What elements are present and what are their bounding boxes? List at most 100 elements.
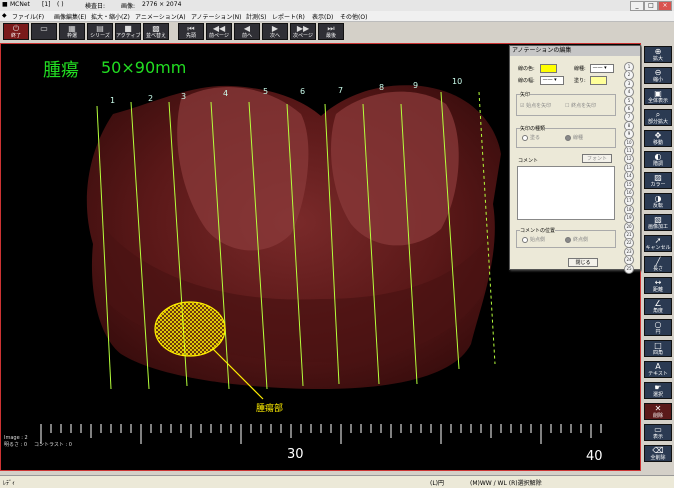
palette-delete-button[interactable]: ✕ 削除 bbox=[644, 403, 672, 420]
series-icon: ▤ bbox=[96, 24, 104, 33]
menu-report[interactable]: レポート(R) bbox=[272, 12, 305, 21]
menu-bar: ◆ ファイル(F) 画像編集(E) 拡大・縮小(Z) アニメーション(A) アノ… bbox=[0, 11, 674, 22]
line-type-label: 線種: bbox=[574, 66, 586, 72]
menu-image-edit[interactable]: 画像編集(E) bbox=[54, 12, 86, 21]
next-button[interactable]: ▶ 次へ bbox=[262, 23, 288, 40]
palette-cursor-button[interactable]: ➚ キャンセル bbox=[644, 235, 672, 252]
menu-file[interactable]: ファイル(F) bbox=[12, 12, 44, 21]
ruler-label-30: 30 bbox=[287, 447, 304, 462]
slice-label-1: 1 bbox=[110, 96, 116, 105]
series-button[interactable]: ▤ シリーズ bbox=[87, 23, 113, 40]
palette-length-button[interactable]: ╱ 長さ bbox=[644, 256, 672, 273]
app-name: MCNet bbox=[10, 1, 30, 8]
slice-label-4: 4 bbox=[223, 89, 229, 98]
line-width-label: 線の幅: bbox=[518, 78, 535, 84]
pos-start-label: 始点側 bbox=[530, 237, 546, 243]
line-color-swatch[interactable] bbox=[540, 64, 557, 73]
palette-distance-button[interactable]: ↔ 距離 bbox=[644, 277, 672, 294]
prev-button[interactable]: ◀ 前へ bbox=[234, 23, 260, 40]
arrow-kind-line-label: 線種 bbox=[573, 135, 584, 141]
palette-color-button[interactable]: ▨ カラー bbox=[644, 172, 672, 189]
slice-label-2: 2 bbox=[148, 94, 154, 103]
status-mouse-hint: (M)WW / WL (R)選択解除 bbox=[470, 480, 542, 487]
palette-select-button[interactable]: ☛ 選択 bbox=[644, 382, 672, 399]
exam-date-label: 検査日: bbox=[85, 3, 106, 10]
image-size-label: 画像: bbox=[121, 3, 136, 10]
palette-display-button[interactable]: ▭ 表示 bbox=[644, 424, 672, 441]
palette-fit-button[interactable]: ▣ 全体表示 bbox=[644, 88, 672, 105]
menu-measure[interactable]: 計測(S) bbox=[246, 12, 267, 21]
palette-clear-button[interactable]: ⌫ 全削除 bbox=[644, 445, 672, 462]
annotation-number-25[interactable]: 25 bbox=[624, 263, 634, 274]
slice-label-7: 7 bbox=[338, 86, 344, 95]
palette-magnify-button[interactable]: ⌕ 部分拡大 bbox=[644, 109, 672, 126]
slice-label-6: 6 bbox=[300, 87, 306, 96]
fill-color-swatch[interactable] bbox=[590, 76, 607, 85]
blank-icon: ▭ bbox=[40, 24, 48, 33]
comment-textarea[interactable] bbox=[517, 166, 615, 220]
arrow-kind-fill-radio[interactable] bbox=[522, 135, 528, 141]
exit-button[interactable]: ⏻ 終了 bbox=[3, 23, 29, 40]
caption-size: 50×90mm bbox=[101, 58, 187, 77]
prev-page-button[interactable]: ◀◀ 前ページ bbox=[206, 23, 232, 40]
status-mode: (L)円 bbox=[430, 480, 445, 487]
slice-label-5: 5 bbox=[263, 87, 269, 96]
palette-text-button[interactable]: A テキスト bbox=[644, 361, 672, 378]
palette-process-button[interactable]: ▧ 画像加工 bbox=[644, 214, 672, 231]
annotation-edit-dialog: アノテーションの編集 線の色: 線種: —— ▾ 線の幅: —— ▾ 塗り: 矢… bbox=[509, 45, 641, 274]
line-color-label: 線の色: bbox=[518, 66, 535, 72]
slice-label-8: 8 bbox=[379, 83, 385, 92]
arrow-end-checkbox[interactable]: ☐ 終点を矢印 bbox=[565, 102, 596, 109]
menu-app-icon: ◆ bbox=[2, 12, 7, 19]
slice-label-3: 3 bbox=[181, 92, 187, 101]
palette-move-button[interactable]: ✥ 移動 bbox=[644, 130, 672, 147]
palette-angle-button[interactable]: ∠ 角度 bbox=[644, 298, 672, 315]
minimize-button[interactable]: _ bbox=[630, 1, 644, 11]
doc-index: [1] bbox=[42, 1, 51, 8]
arrow-kind-line-radio[interactable] bbox=[565, 135, 571, 141]
doc-paren: ( ) bbox=[57, 1, 64, 8]
toolbar: ⏻ 終了 ▭ ▦ 枠選 ▤ シリーズ ■ アクティブ ▩ 並べ替え ⏮ 先頭 ◀◀ 前ページ … bbox=[0, 22, 674, 42]
pos-start-radio[interactable] bbox=[522, 237, 528, 243]
blank-button[interactable]: ▭ bbox=[31, 23, 57, 40]
scale-ruler bbox=[40, 424, 602, 444]
last-icon: ⏭ bbox=[327, 24, 335, 33]
line-type-select[interactable]: —— ▾ bbox=[590, 64, 614, 73]
palette-zoom-in-button[interactable]: ⊕ 拡大 bbox=[644, 46, 672, 63]
specimen-tissue bbox=[86, 85, 502, 389]
next-page-button[interactable]: ▶▶ 次ページ bbox=[290, 23, 316, 40]
palette-invert-button[interactable]: ◑ 反転 bbox=[644, 193, 672, 210]
active-icon: ■ bbox=[124, 24, 132, 33]
close-dialog-button[interactable]: 閉じる bbox=[568, 258, 598, 267]
palette-contrast-button[interactable]: ◐ 階調 bbox=[644, 151, 672, 168]
first-icon: ⏮ bbox=[187, 24, 195, 33]
next-icon: ▶ bbox=[271, 24, 279, 33]
prev-page-icon: ◀◀ bbox=[212, 24, 226, 33]
menu-animation[interactable]: アニメーション(A) bbox=[135, 12, 186, 21]
arrow-start-checkbox[interactable]: ☑ 始点を矢印 bbox=[520, 102, 551, 109]
frame-select-button[interactable]: ▦ 枠選 bbox=[59, 23, 85, 40]
last-button[interactable]: ⏭ 最後 bbox=[318, 23, 344, 40]
app-icon: ■ bbox=[2, 1, 8, 8]
sort-button[interactable]: ▩ 並べ替え bbox=[143, 23, 169, 40]
tool-palette: ⊕ 拡大 ⊖ 縮小 ▣ 全体表示 ⌕ 部分拡大 ✥ 移動 ◐ 階調 ▨ カラー ◑ 反転 ▧ 画像加工 ➚ キャンセル… bbox=[642, 43, 674, 471]
maximize-button[interactable]: □ bbox=[644, 1, 658, 11]
tumor-annotation-label: 腫瘍部 bbox=[256, 404, 284, 414]
font-button[interactable]: フォント bbox=[582, 154, 612, 163]
overlay-brightness: 明るさ : 0 bbox=[4, 442, 28, 448]
palette-zoom-out-button[interactable]: ⊖ 縮小 bbox=[644, 67, 672, 84]
palette-rect-button[interactable]: □ 四角 bbox=[644, 340, 672, 357]
palette-circle-button[interactable]: ○ 円 bbox=[644, 319, 672, 336]
menu-zoom[interactable]: 拡大・縮小(Z) bbox=[91, 12, 130, 21]
pos-end-radio[interactable] bbox=[565, 237, 571, 243]
menu-view[interactable]: 表示(D) bbox=[312, 12, 333, 21]
next-page-icon: ▶▶ bbox=[296, 24, 310, 33]
fill-label: 塗り: bbox=[574, 78, 586, 84]
menu-other[interactable]: その他(O) bbox=[340, 12, 367, 21]
comment-position-label: コメントの位置 bbox=[520, 227, 556, 234]
line-width-select[interactable]: —— ▾ bbox=[540, 76, 564, 85]
first-button[interactable]: ⏮ 先頭 bbox=[178, 23, 204, 40]
menu-annotation[interactable]: アノテーション(N) bbox=[191, 12, 242, 21]
close-window-button[interactable]: × bbox=[658, 1, 672, 11]
active-button[interactable]: ■ アクティブ bbox=[115, 23, 141, 40]
